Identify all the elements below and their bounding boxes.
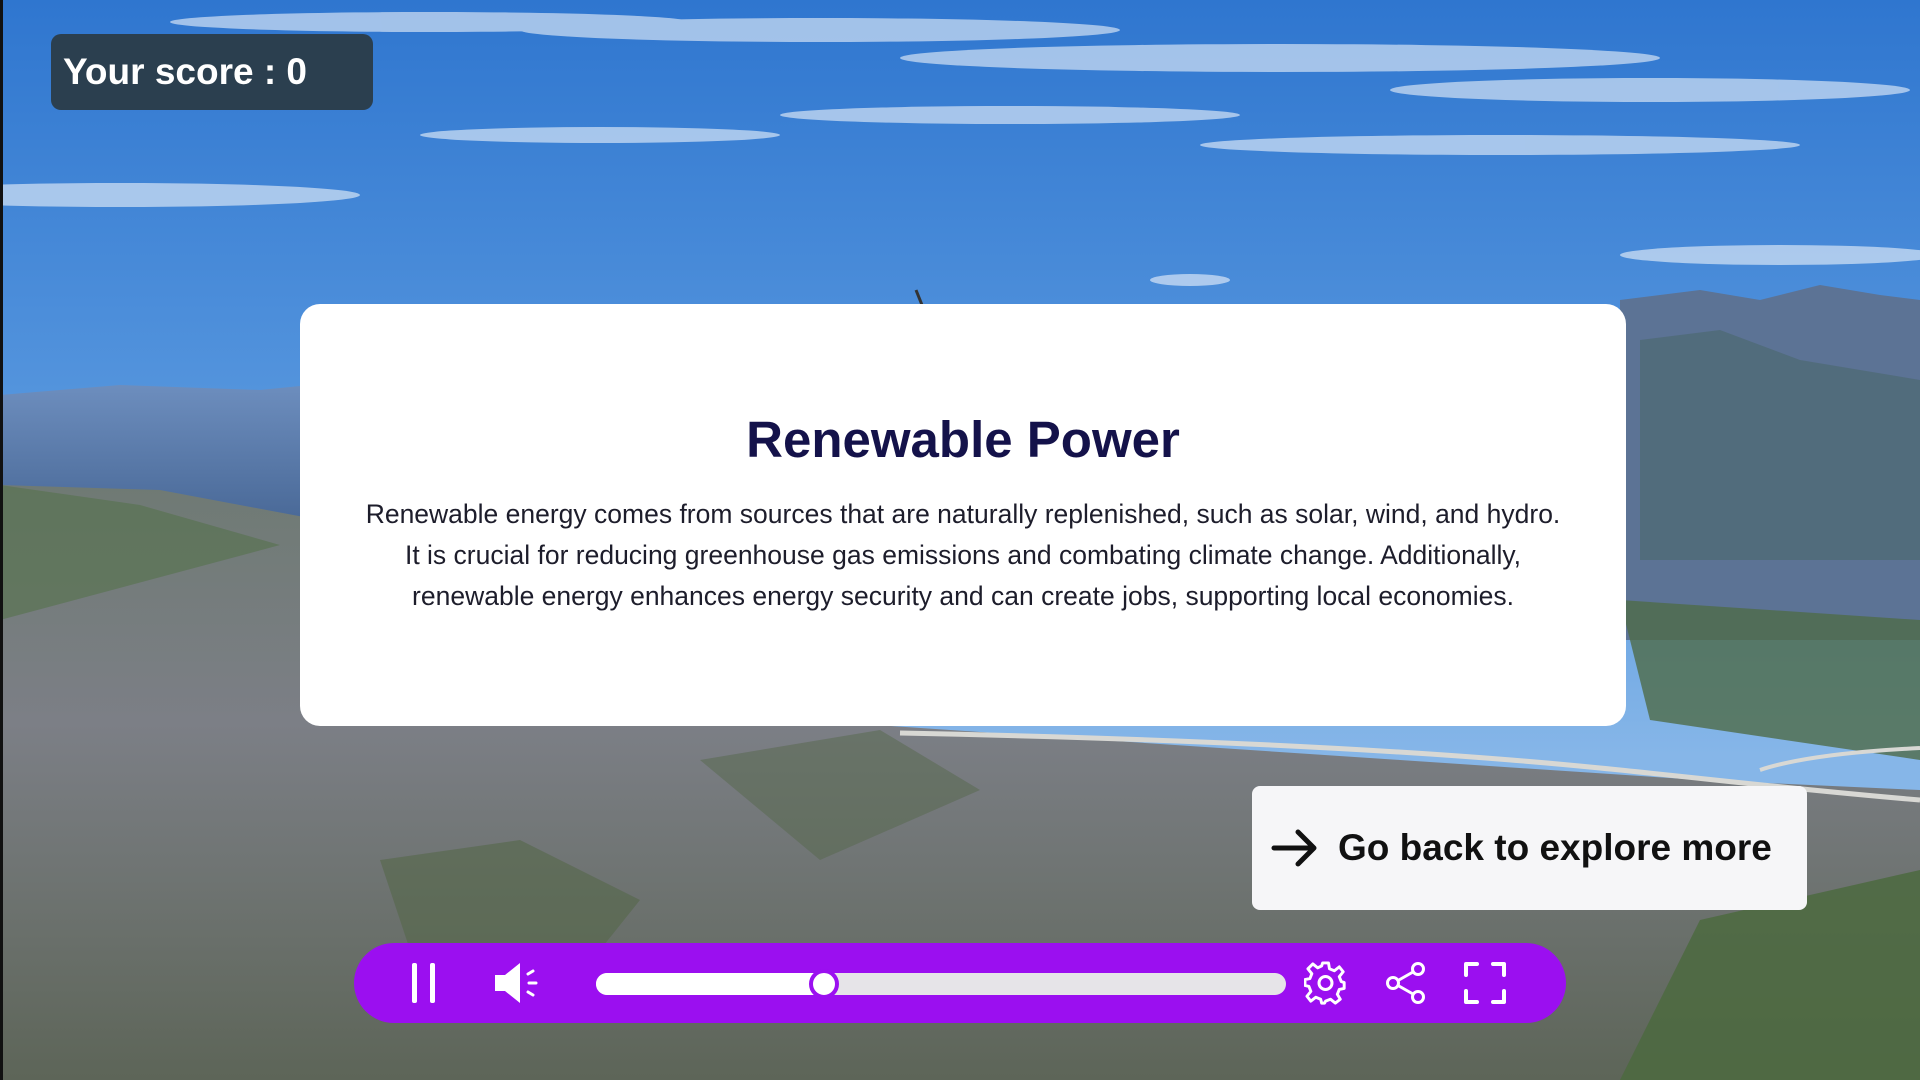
share-button[interactable] — [1382, 943, 1430, 1023]
info-card: Renewable Power Renewable energy comes f… — [300, 304, 1626, 726]
card-description-line: renewable energy enhances energy securit… — [412, 581, 1514, 611]
video-stage: Your score : 0 Renewable Power Renewable… — [0, 0, 1920, 1080]
fullscreen-button[interactable] — [1460, 943, 1510, 1023]
card-description-line: It is crucial for reducing greenhouse ga… — [404, 540, 1522, 570]
progress-thumb[interactable] — [808, 969, 839, 999]
card-title: Renewable Power — [746, 411, 1180, 468]
player-control-bar — [354, 943, 1566, 1023]
go-back-button[interactable]: Go back to explore more — [1252, 786, 1807, 910]
card-description-line: Renewable energy comes from sources that… — [365, 499, 1561, 529]
arrow-right-icon — [1271, 829, 1317, 867]
share-icon — [1386, 962, 1425, 1004]
score-badge: Your score : 0 — [51, 34, 373, 110]
settings-button[interactable] — [1302, 943, 1350, 1023]
card-description: Renewable energy comes from sources that… — [343, 494, 1583, 617]
gear-icon — [1304, 961, 1346, 1005]
pause-icon — [412, 963, 435, 1003]
fullscreen-icon — [1464, 962, 1506, 1004]
progress-slider[interactable] — [596, 969, 1286, 999]
volume-button[interactable] — [488, 943, 548, 1023]
volume-icon — [495, 963, 538, 1003]
pause-button[interactable] — [402, 943, 446, 1023]
progress-fill — [596, 973, 824, 995]
go-back-label: Go back to explore more — [1338, 827, 1772, 868]
